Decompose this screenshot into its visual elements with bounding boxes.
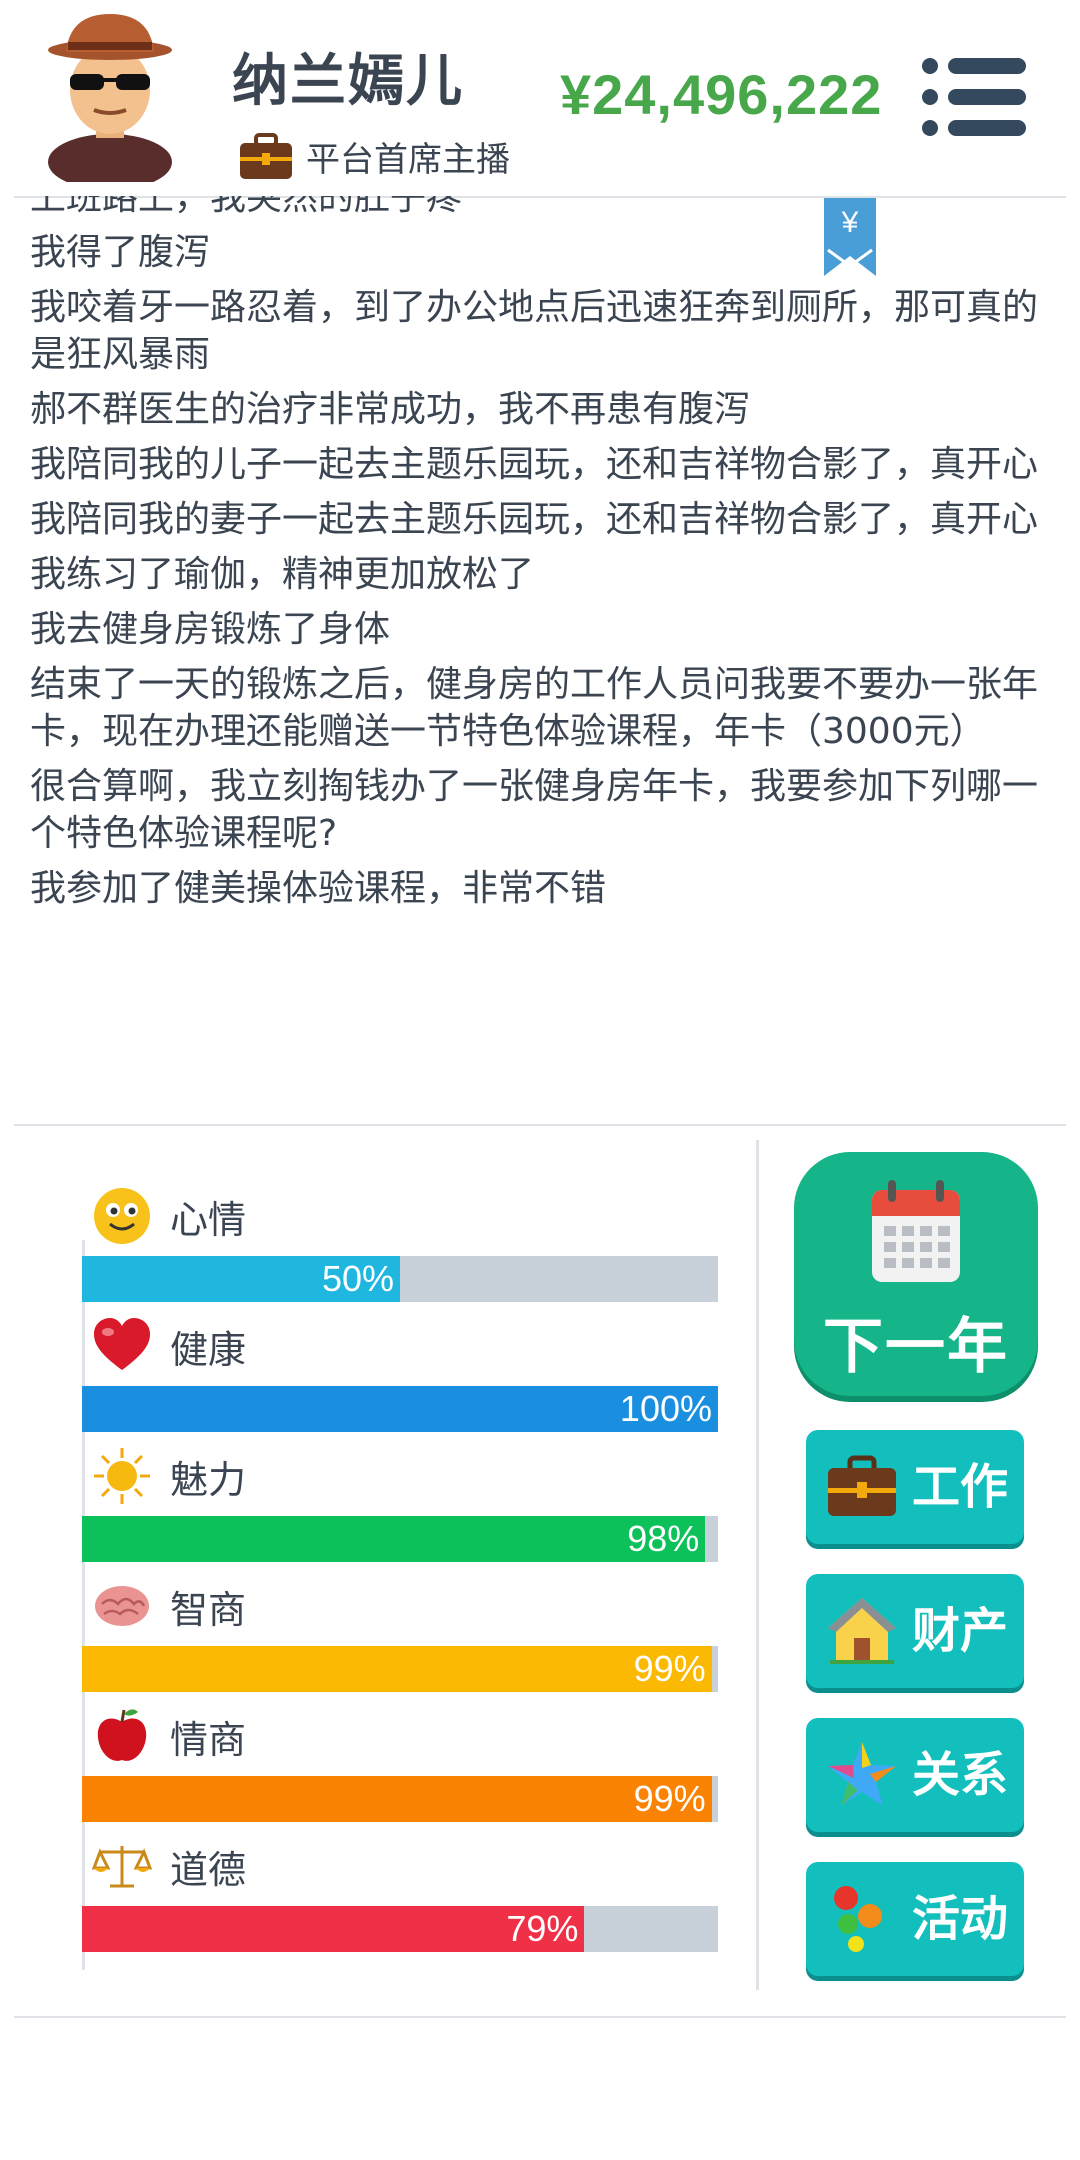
menu-icon[interactable]	[920, 56, 1028, 138]
log-line: 我得了腹泻	[30, 232, 211, 273]
log-line: 我练习了瑜伽，精神更加放松了	[30, 554, 535, 595]
job-label: 平台首席主播	[306, 140, 510, 180]
stat-bar: 50%	[82, 1256, 718, 1302]
stat-fill: 99%	[82, 1776, 712, 1822]
briefcase-icon	[828, 1455, 896, 1516]
next-year-button[interactable]: 下一年	[794, 1152, 1038, 1396]
stats-axis	[82, 1240, 85, 1970]
stat-percent: 99%	[633, 1648, 706, 1689]
next-year-label: 下一年	[823, 1312, 1009, 1382]
stat-percent: 100%	[619, 1388, 712, 1429]
property-label: 财产	[912, 1603, 1009, 1659]
stat-bar: 99%	[82, 1646, 718, 1692]
star-icon	[828, 1742, 896, 1806]
activities-button[interactable]: 活动	[806, 1862, 1024, 1976]
stat-bar: 100%	[82, 1386, 718, 1432]
log-line: 上班路上，我突然的肚子疼	[30, 196, 463, 218]
property-button[interactable]: 财产	[806, 1574, 1024, 1688]
log-line: 我参加了健美操体验课程，非常不错	[30, 868, 607, 909]
stat-percent: 98%	[627, 1518, 700, 1559]
stat-fill: 50%	[82, 1256, 400, 1302]
player-name: 纳兰嫣儿	[232, 49, 464, 114]
job-title: 平台首席主播	[238, 132, 510, 181]
stat-percent: 99%	[633, 1778, 706, 1819]
stat-bar: 98%	[82, 1516, 718, 1562]
bookmark-icon[interactable]: ¥	[822, 198, 878, 278]
stat-percent: 50%	[321, 1258, 394, 1299]
ribbon-symbol: ¥	[841, 206, 859, 239]
log-line: 很合算啊，我立刻掏钱办了一张健身房年卡，我要参加下列哪一个特色体验课程呢?	[30, 766, 1039, 854]
stat-percent: 79%	[506, 1908, 579, 1949]
apple-icon	[97, 1709, 147, 1761]
footer-divider	[14, 2016, 1066, 2018]
sun-icon	[94, 1448, 150, 1504]
relations-label: 关系	[912, 1747, 1009, 1803]
stat-label: 情商	[170, 1717, 247, 1762]
stat-fill: 98%	[82, 1516, 706, 1562]
section-divider	[14, 1124, 1066, 1126]
log-line: 我咬着牙一路忍着，到了办公地点后迅速狂奔到厕所，那可真的是狂风暴雨	[30, 287, 1039, 375]
log-line: 我陪同我的儿子一起去主题乐园玩，还和吉祥物合影了，真开心	[30, 444, 1039, 485]
heart-icon	[94, 1318, 150, 1370]
brain-icon	[95, 1586, 149, 1626]
scales-icon	[92, 1846, 152, 1888]
work-label: 工作	[912, 1459, 1009, 1515]
smiley-icon	[94, 1188, 150, 1244]
panel-divider	[756, 1140, 759, 1990]
log-line: 结束了一天的锻炼之后，健身房的工作人员问我要不要办一张年卡，现在办理还能赠送一节…	[30, 664, 1039, 752]
stat-fill: 100%	[82, 1386, 718, 1432]
avatar[interactable]	[40, 12, 180, 182]
header: 纳兰嫣儿 平台首席主播 ¥24,496,222	[0, 0, 1080, 196]
house-icon	[828, 1598, 896, 1664]
briefcase-icon	[240, 132, 292, 179]
event-log[interactable]: 上班路上，我突然的肚子疼 我得了腹泻 我咬着牙一路忍着，到了办公地点后迅速狂奔到…	[30, 196, 1060, 1076]
stat-bar: 79%	[82, 1906, 718, 1952]
stat-bar: 99%	[82, 1776, 718, 1822]
log-line: 我去健身房锻炼了身体	[30, 609, 391, 650]
stat-fill: 99%	[82, 1646, 712, 1692]
stat-label: 智商	[170, 1587, 247, 1632]
money-balance: ¥24,496,222	[560, 63, 883, 126]
stat-label: 健康	[170, 1327, 247, 1372]
activity-dots-icon	[834, 1886, 882, 1952]
stat-label: 心情	[170, 1197, 247, 1242]
stat-label: 魅力	[170, 1457, 247, 1502]
stat-label: 道德	[170, 1847, 247, 1892]
relations-button[interactable]: 关系	[806, 1718, 1024, 1832]
stat-fill: 79%	[82, 1906, 585, 1952]
work-button[interactable]: 工作	[806, 1430, 1024, 1544]
activities-label: 活动	[912, 1891, 1009, 1947]
log-line: 我陪同我的妻子一起去主题乐园玩，还和吉祥物合影了，真开心	[30, 499, 1039, 540]
calendar-icon	[872, 1180, 960, 1282]
log-line: 郝不群医生的治疗非常成功，我不再患有腹泻	[30, 389, 751, 430]
